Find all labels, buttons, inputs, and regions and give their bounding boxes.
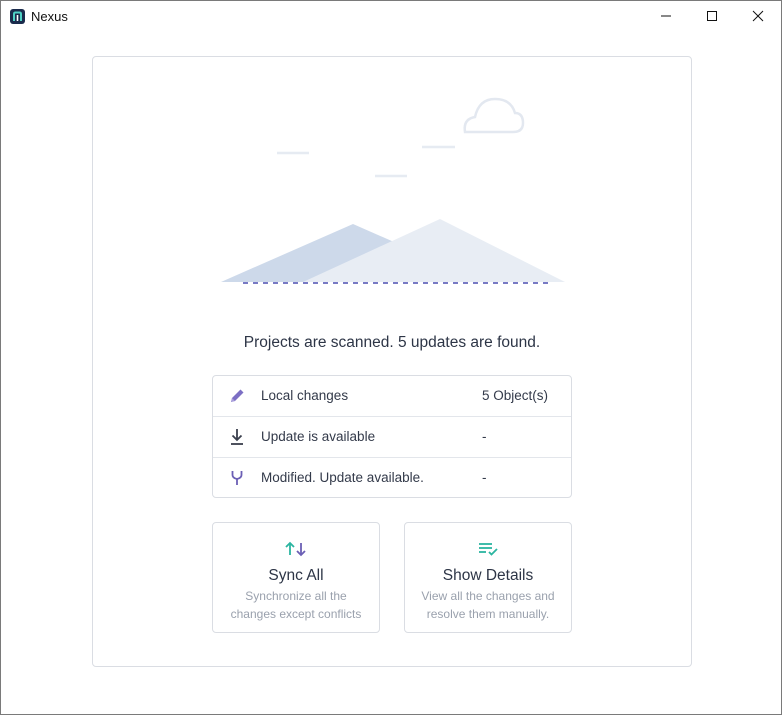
close-icon [752, 10, 764, 22]
list-check-icon [479, 543, 498, 556]
summary-row-label: Modified. Update available. [261, 470, 424, 485]
sync-all-description: Synchronize all the changes except confl… [230, 589, 362, 621]
app-logo-icon [10, 9, 25, 24]
minimize-button[interactable] [643, 1, 689, 31]
summary-row-value: - [482, 429, 487, 444]
show-details-title: Show Details [442, 567, 534, 584]
sync-arrows-icon [285, 541, 306, 557]
show-details-description: View all the changes and resolve them ma… [421, 589, 555, 621]
sync-all-button[interactable]: Sync All Synchronize all the changes exc… [212, 522, 380, 633]
changes-summary-table: Local changes 5 Object(s) Update is avai… [212, 375, 572, 498]
summary-row-local-changes: Local changes 5 Object(s) [213, 376, 571, 417]
pencil-icon [231, 389, 244, 402]
title-bar[interactable]: Nexus [1, 1, 781, 31]
maximize-button[interactable] [689, 1, 735, 31]
mountain-cloud-illustration [221, 97, 565, 284]
app-window: Nexus Projects are scanned. 5 updates ar… [0, 0, 782, 715]
close-button[interactable] [735, 1, 781, 31]
summary-row-value: - [482, 470, 487, 485]
summary-row-value: 5 Object(s) [482, 388, 549, 403]
cloud-icon [463, 97, 525, 134]
maximize-icon [707, 11, 717, 21]
summary-row-label: Local changes [261, 388, 349, 403]
minimize-icon [661, 15, 671, 17]
summary-row-modified: Modified. Update available. - [213, 458, 571, 498]
scan-result-panel: Projects are scanned. 5 updates are foun… [92, 56, 692, 667]
summary-row-update-available: Update is available - [213, 417, 571, 458]
scan-status-message: Projects are scanned. 5 updates are foun… [243, 334, 541, 351]
show-details-button[interactable]: Show Details View all the changes and re… [404, 522, 572, 633]
merge-icon [231, 471, 243, 485]
window-title: Nexus [31, 9, 68, 24]
download-icon [231, 429, 243, 445]
sync-all-title: Sync All [268, 567, 324, 584]
summary-row-label: Update is available [261, 429, 376, 444]
